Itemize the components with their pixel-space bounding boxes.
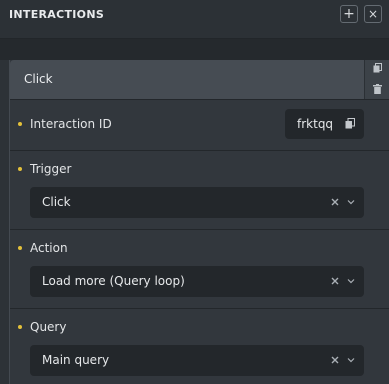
interaction-card: Click Interaction ID frktqq Trigger Clic… [9, 60, 389, 384]
trigger-select[interactable]: Click [30, 187, 364, 218]
panel-spacer [0, 39, 389, 60]
interaction-id-label: Interaction ID [30, 117, 112, 131]
close-icon: × [367, 7, 379, 21]
panel-header: INTERACTIONS + × [0, 0, 389, 39]
action-label: Action [30, 241, 68, 255]
divider [10, 99, 389, 100]
clear-icon[interactable] [331, 277, 339, 285]
trigger-value: Click [42, 195, 71, 209]
chevron-down-icon [347, 358, 355, 363]
query-label: Query [30, 320, 67, 334]
copy-icon[interactable] [345, 118, 355, 129]
clear-icon[interactable] [331, 356, 339, 364]
plus-icon: + [343, 6, 355, 22]
clear-icon[interactable] [331, 198, 339, 206]
divider [10, 150, 389, 151]
copy-icon[interactable] [373, 63, 382, 73]
trigger-label: Trigger [30, 162, 72, 176]
divider [10, 308, 389, 309]
required-indicator [18, 167, 22, 171]
required-indicator [18, 246, 22, 250]
interaction-id-field[interactable]: frktqq [285, 109, 364, 139]
interaction-title: Click [24, 72, 53, 86]
interaction-card-header[interactable]: Click [10, 60, 364, 99]
panel-title: INTERACTIONS [9, 8, 105, 21]
add-interaction-button[interactable]: + [340, 5, 358, 23]
query-value: Main query [42, 353, 110, 367]
query-select[interactable]: Main query [30, 345, 364, 376]
close-panel-button[interactable]: × [364, 5, 382, 23]
chevron-down-icon [347, 279, 355, 284]
required-indicator [18, 122, 22, 126]
interaction-actions [364, 60, 389, 99]
action-select[interactable]: Load more (Query loop) [30, 266, 364, 297]
action-value: Load more (Query loop) [42, 274, 185, 288]
interaction-id-value: frktqq [297, 117, 334, 131]
chevron-down-icon [347, 200, 355, 205]
divider [10, 229, 389, 230]
trash-icon[interactable] [373, 84, 382, 94]
required-indicator [18, 325, 22, 329]
